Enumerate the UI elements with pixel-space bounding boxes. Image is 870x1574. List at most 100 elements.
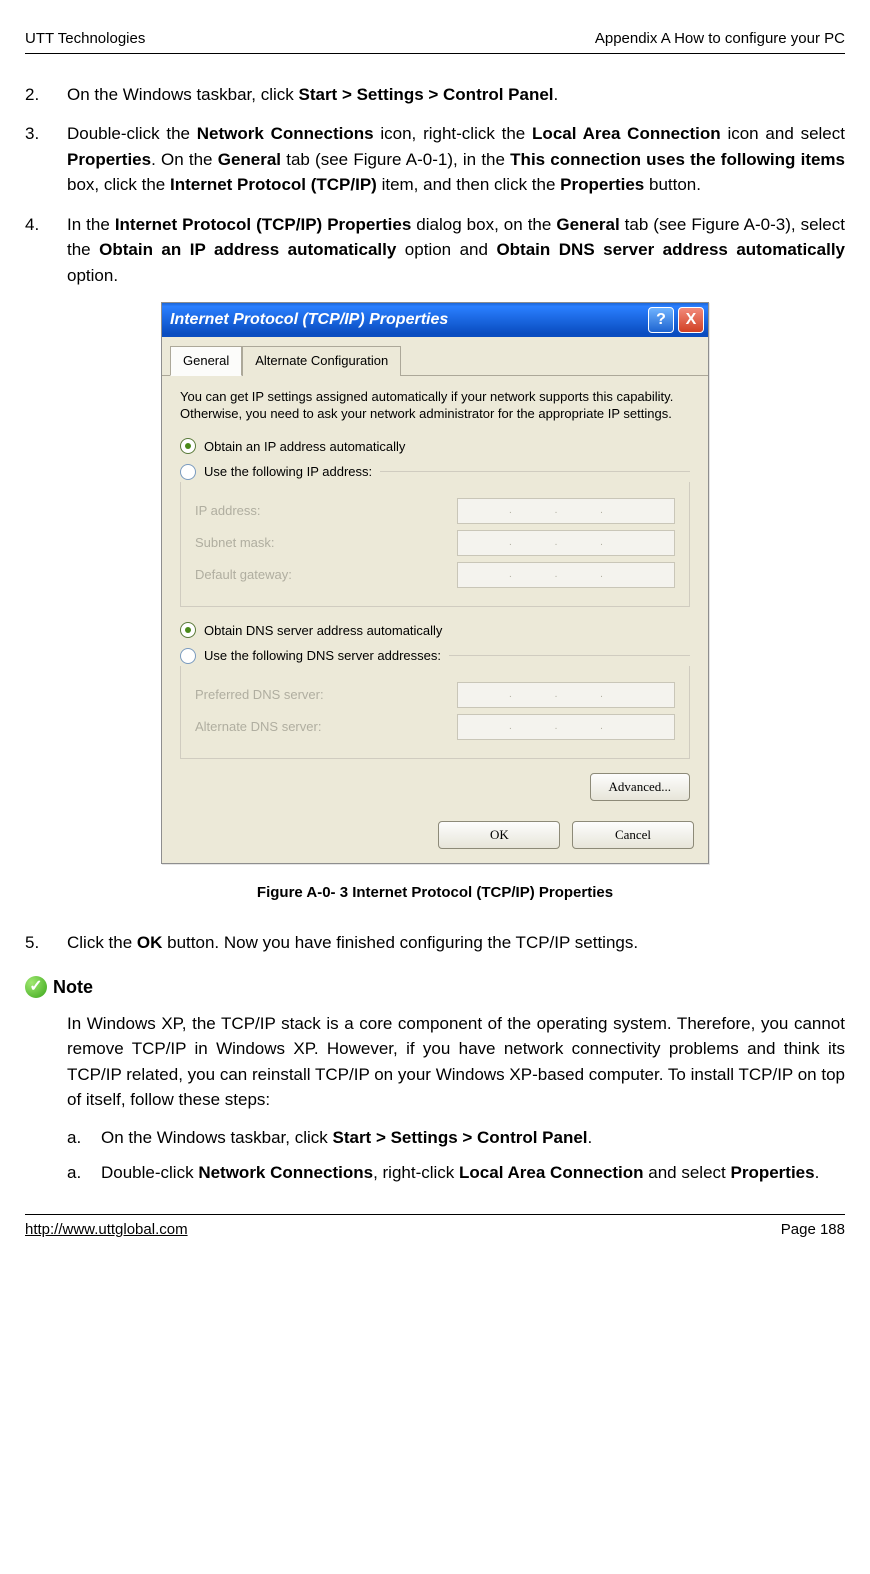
instruction-list: 2. On the Windows taskbar, click Start >… (25, 82, 845, 289)
text: On the Windows taskbar, click (67, 85, 298, 104)
text: option and (396, 240, 496, 259)
text-bold: Start > Settings > Control Panel (298, 85, 553, 104)
text-bold: General (218, 150, 281, 169)
help-button[interactable]: ? (648, 307, 674, 333)
text: Double-click (101, 1163, 198, 1182)
text: tab (see Figure A-0-1), in the (281, 150, 510, 169)
radio-label: Use the following DNS server addresses: (204, 646, 441, 666)
group-ip-manual-header: Use the following IP address: (180, 462, 690, 482)
radio-use-dns[interactable]: Use the following DNS server addresses: (180, 646, 441, 666)
text-bold: Properties (67, 150, 151, 169)
text: icon and select (721, 124, 845, 143)
step-4: 4. In the Internet Protocol (TCP/IP) Pro… (25, 212, 845, 289)
header-right: Appendix A How to configure your PC (595, 28, 845, 51)
step-number: 5. (25, 930, 39, 956)
text: , right-click (373, 1163, 459, 1182)
radio-icon (180, 438, 196, 454)
text-bold: Network Connections (198, 1163, 373, 1182)
text: dialog box, on the (411, 215, 556, 234)
text: button. (644, 175, 701, 194)
field-label: Alternate DNS server: (195, 717, 321, 737)
text: Double-click the (67, 124, 197, 143)
text-bold: Internet Protocol (TCP/IP) (170, 175, 377, 194)
step-5: 5. Click the OK button. Now you have fin… (25, 930, 845, 956)
alternate-dns-input[interactable]: . . . (457, 714, 675, 740)
group-line (449, 655, 690, 656)
instruction-list-2: 5. Click the OK button. Now you have fin… (25, 930, 845, 956)
dialog-body: You can get IP settings assigned automat… (162, 376, 708, 811)
text-bold: Local Area Connection (532, 124, 721, 143)
figure-caption: Figure A-0- 3 Internet Protocol (TCP/IP)… (25, 882, 845, 905)
field-preferred-dns: Preferred DNS server: . . . (195, 682, 675, 708)
help-icon: ? (656, 308, 666, 332)
text-bold: Network Connections (197, 124, 374, 143)
radio-icon (180, 464, 196, 480)
field-label: Default gateway: (195, 565, 292, 585)
text: icon, right-click the (374, 124, 532, 143)
dialog-description: You can get IP settings assigned automat… (180, 388, 690, 423)
note-substeps: a. On the Windows taskbar, click Start >… (67, 1125, 845, 1186)
group-ip-manual: IP address: . . . Subnet mask: . . . Def… (180, 482, 690, 607)
radio-use-ip[interactable]: Use the following IP address: (180, 462, 372, 482)
step-number: a. (67, 1125, 81, 1151)
note-label: Note (53, 974, 93, 1001)
text-bold: This connection uses the following items (510, 150, 845, 169)
tab-alternate-configuration[interactable]: Alternate Configuration (242, 346, 401, 376)
step-number: 2. (25, 82, 39, 108)
step-number: a. (67, 1160, 81, 1186)
header-left: UTT Technologies (25, 28, 145, 51)
field-ip-address: IP address: . . . (195, 498, 675, 524)
substep-a1: a. On the Windows taskbar, click Start >… (67, 1125, 845, 1151)
radio-icon (180, 622, 196, 638)
field-subnet-mask: Subnet mask: . . . (195, 530, 675, 556)
text: item, and then click the (377, 175, 560, 194)
field-label: Subnet mask: (195, 533, 275, 553)
field-label: IP address: (195, 501, 261, 521)
text-bold: Internet Protocol (TCP/IP) Properties (115, 215, 411, 234)
ok-button[interactable]: OK (438, 821, 560, 849)
group-dns-manual: Preferred DNS server: . . . Alternate DN… (180, 666, 690, 759)
field-default-gateway: Default gateway: . . . (195, 562, 675, 588)
page-number: Page 188 (781, 1219, 845, 1242)
tabstrip: General Alternate Configuration (162, 337, 708, 376)
text: In the (67, 215, 115, 234)
radio-label: Obtain an IP address automatically (204, 437, 405, 457)
advanced-row: Advanced... (180, 773, 690, 801)
tab-general[interactable]: General (170, 346, 242, 376)
titlebar: Internet Protocol (TCP/IP) Properties ? … (162, 303, 708, 337)
text-bold: Start > Settings > Control Panel (332, 1128, 587, 1147)
advanced-button[interactable]: Advanced... (590, 773, 690, 801)
radio-icon (180, 648, 196, 664)
subnet-mask-input[interactable]: . . . (457, 530, 675, 556)
text: option. (67, 266, 118, 285)
text-bold: Properties (560, 175, 644, 194)
window-title: Internet Protocol (TCP/IP) Properties (170, 308, 448, 332)
group-dns-manual-header: Use the following DNS server addresses: (180, 646, 690, 666)
text: . On the (151, 150, 218, 169)
dialog-footer: OK Cancel (162, 811, 708, 863)
note-heading: ✓ Note (25, 974, 845, 1001)
text-bold: Obtain an IP address automatically (99, 240, 396, 259)
text: button. Now you have finished configurin… (162, 933, 638, 952)
radio-obtain-ip-auto[interactable]: Obtain an IP address automatically (180, 437, 690, 457)
radio-label: Obtain DNS server address automatically (204, 621, 442, 641)
step-number: 4. (25, 212, 39, 238)
step-number: 3. (25, 121, 39, 147)
footer-url[interactable]: http://www.uttglobal.com (25, 1219, 188, 1242)
titlebar-buttons: ? X (648, 307, 704, 333)
note-body: In Windows XP, the TCP/IP stack is a cor… (67, 1011, 845, 1113)
text-bold: Local Area Connection (459, 1163, 644, 1182)
close-button[interactable]: X (678, 307, 704, 333)
default-gateway-input[interactable]: . . . (457, 562, 675, 588)
radio-label: Use the following IP address: (204, 462, 372, 482)
page-header: UTT Technologies Appendix A How to confi… (25, 28, 845, 54)
preferred-dns-input[interactable]: . . . (457, 682, 675, 708)
text-bold: General (556, 215, 619, 234)
ip-address-input[interactable]: . . . (457, 498, 675, 524)
text-bold: Properties (731, 1163, 815, 1182)
check-icon: ✓ (25, 976, 47, 998)
text: Click the (67, 933, 137, 952)
cancel-button[interactable]: Cancel (572, 821, 694, 849)
text: . (554, 85, 559, 104)
radio-obtain-dns-auto[interactable]: Obtain DNS server address automatically (180, 621, 690, 641)
